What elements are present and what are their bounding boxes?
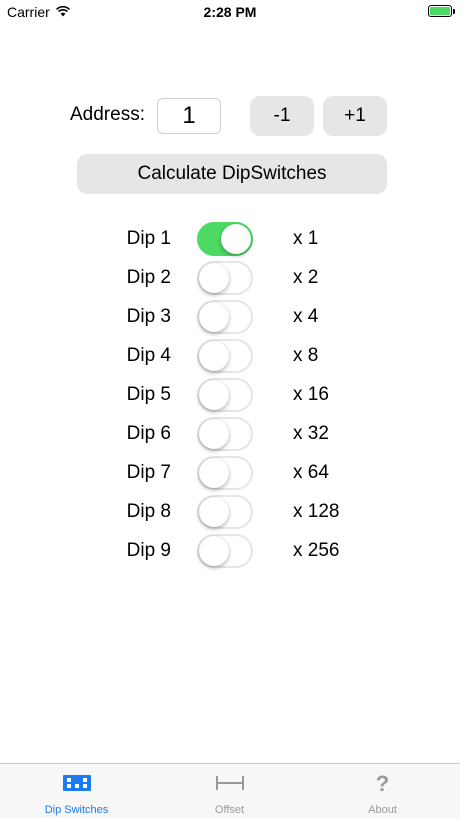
tab-label: About [368,804,397,816]
dip-multiplier: x 4 [293,306,319,327]
dip-switches-icon [62,773,92,798]
question-mark-icon: ? [375,771,390,796]
dip-toggle[interactable] [197,495,253,529]
dip-label: Dip 7 [126,462,171,483]
dip-multiplier: x 1 [293,228,319,249]
tab-about[interactable]: ? About [306,764,459,818]
dip-toggle[interactable] [197,339,253,373]
tab-bar: Dip Switches Offset ? About [0,763,460,818]
battery-icon [428,5,452,17]
dip-toggle[interactable] [197,378,253,412]
offset-icon [214,773,246,798]
dip-label: Dip 8 [126,501,171,522]
address-label: Address: [70,104,145,125]
address-input[interactable] [157,98,221,134]
dip-label: Dip 6 [126,423,171,444]
dip-toggle[interactable] [197,456,253,490]
dip-label: Dip 5 [126,384,171,405]
status-bar: Carrier 2:28 PM [0,0,460,24]
dip-row: Dip 2 x 2 [0,259,460,298]
tab-label: Dip Switches [44,804,109,816]
dip-multiplier: x 256 [293,540,340,561]
decrement-button[interactable]: -1 [250,96,314,136]
dip-multiplier: x 64 [293,462,329,483]
tab-offset[interactable]: Offset [153,764,306,818]
increment-button[interactable]: +1 [323,96,387,136]
dip-toggle[interactable] [197,222,253,256]
dip-label: Dip 2 [126,267,171,288]
dip-toggle[interactable] [197,417,253,451]
dip-row: Dip 4 x 8 [0,337,460,376]
dip-multiplier: x 8 [293,345,319,366]
tab-label: Offset [214,804,245,816]
dip-label: Dip 3 [126,306,171,327]
tab-dip-switches[interactable]: Dip Switches [0,764,153,818]
dip-label: Dip 9 [126,540,171,561]
dip-row: Dip 9 x 256 [0,532,460,571]
dip-switch-list: Dip 1 x 1 Dip 2 x 2 Dip 3 x 4 Dip 4 x 8 … [0,220,460,571]
dip-toggle[interactable] [197,534,253,568]
dip-toggle[interactable] [197,261,253,295]
calculate-dipswitches-button[interactable]: Calculate DipSwitches [77,154,387,194]
dip-multiplier: x 32 [293,423,329,444]
dip-row: Dip 6 x 32 [0,415,460,454]
dip-row: Dip 1 x 1 [0,220,460,259]
dip-label: Dip 1 [126,228,171,249]
battery-tip [453,9,455,14]
dip-multiplier: x 128 [293,501,340,522]
status-time: 2:28 PM [203,4,257,20]
dip-row: Dip 5 x 16 [0,376,460,415]
dip-row: Dip 8 x 128 [0,493,460,532]
dip-multiplier: x 16 [293,384,329,405]
dip-row: Dip 7 x 64 [0,454,460,493]
dip-label: Dip 4 [126,345,171,366]
dip-row: Dip 3 x 4 [0,298,460,337]
dip-toggle[interactable] [197,300,253,334]
dip-multiplier: x 2 [293,267,319,288]
